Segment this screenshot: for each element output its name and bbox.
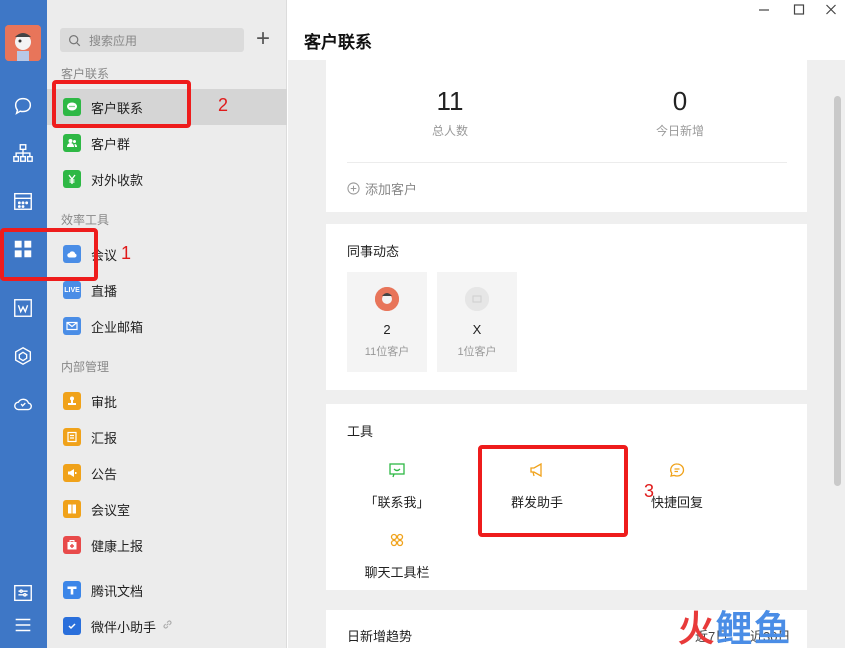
search-input[interactable]: 搜索应用 xyxy=(60,28,244,52)
colleague-activity-title: 同事动态 xyxy=(347,244,400,259)
annotation-box-mass-send xyxy=(478,445,628,537)
plus-circle-icon xyxy=(347,182,360,195)
org-chart-icon[interactable] xyxy=(11,141,35,165)
total-count-label: 总人数 xyxy=(431,124,468,138)
tencent-docs-icon xyxy=(63,581,81,599)
check-badge-icon xyxy=(63,617,81,635)
minimize-button[interactable] xyxy=(758,2,770,19)
colleague-name: X xyxy=(472,322,482,337)
today-new-count: 0 xyxy=(672,86,688,116)
health-kit-icon xyxy=(63,536,81,554)
sidebar-item-label: 直播 xyxy=(91,283,118,299)
sidebar-item-label: 微伴小助手 xyxy=(91,619,157,635)
door-icon xyxy=(63,500,81,518)
title-bar: 客户联系 xyxy=(288,0,845,60)
tool-label: 「联系我」 xyxy=(364,495,430,510)
sidebar-item-label: 客户群 xyxy=(91,136,131,152)
sidebar-item-label: 对外收款 xyxy=(91,172,144,188)
contact-me-icon xyxy=(389,463,405,478)
megaphone-icon xyxy=(63,464,81,482)
sidebar-item-label: 汇报 xyxy=(91,430,118,446)
annotation-number-1: 1 xyxy=(121,243,132,263)
vertical-scrollbar[interactable] xyxy=(834,96,841,486)
group-people-icon xyxy=(63,134,81,152)
sidebar-item-mail[interactable]: 企业邮箱 xyxy=(47,308,287,344)
daily-trend-title: 日新增趋势 xyxy=(347,629,413,644)
section-label-internal: 内部管理 xyxy=(61,360,110,374)
colleague-tile[interactable]: X 1位客户 xyxy=(437,272,517,372)
cube-icon[interactable] xyxy=(11,344,35,368)
cloud-phone-icon[interactable] xyxy=(11,392,35,416)
maximize-button[interactable] xyxy=(793,2,805,19)
close-button[interactable] xyxy=(825,2,837,19)
tool-label: 聊天工具栏 xyxy=(364,565,430,580)
tool-contact-me[interactable]: 「联系我」 xyxy=(347,462,447,511)
total-count: 11 xyxy=(436,86,464,116)
search-icon xyxy=(69,34,81,46)
quick-reply-icon xyxy=(670,463,685,477)
calendar-icon[interactable] xyxy=(11,189,35,213)
sidebar-item-payment[interactable]: 对外收款 xyxy=(47,161,287,197)
chat-toolbar-icon xyxy=(390,533,404,547)
today-new-label: 今日新增 xyxy=(655,124,704,138)
add-app-button[interactable]: + xyxy=(253,27,273,52)
sidebar-item-announcement[interactable]: 公告 xyxy=(47,455,287,491)
stamp-icon xyxy=(63,392,81,410)
sidebar-item-label: 会议室 xyxy=(91,502,131,518)
menu-icon[interactable] xyxy=(11,613,35,637)
sidebar-item-health-report[interactable]: 健康上报 xyxy=(47,527,287,563)
annotation-box-customer-contact xyxy=(52,80,191,128)
sidebar-item-meeting-room[interactable]: 会议室 xyxy=(47,491,287,527)
report-doc-icon xyxy=(63,428,81,446)
sidebar-item-approval[interactable]: 审批 xyxy=(47,383,287,419)
add-customer-label: 添加客户 xyxy=(365,182,418,197)
tool-quick-reply[interactable]: 快捷回复 xyxy=(627,462,727,511)
sidebar-item-label: 公告 xyxy=(91,466,118,482)
sidebar-item-weiban-assistant[interactable]: 微伴小助手 xyxy=(47,608,287,644)
user-avatar[interactable] xyxy=(5,25,41,61)
settings-sliders-icon[interactable] xyxy=(11,581,35,605)
mail-icon xyxy=(63,317,81,335)
wedrive-icon[interactable] xyxy=(11,296,35,320)
colleague-name: 2 xyxy=(383,322,391,337)
link-icon xyxy=(162,619,173,633)
page-title: 客户联系 xyxy=(304,33,372,52)
sidebar-item-label: 腾讯文档 xyxy=(91,583,144,599)
tools-title: 工具 xyxy=(347,424,374,439)
search-placeholder: 搜索应用 xyxy=(89,33,138,48)
live-icon: LIVE xyxy=(63,281,81,299)
colleague-avatar xyxy=(375,287,399,311)
watermark-logo: 火鲤鱼 xyxy=(678,608,793,648)
tool-chat-toolbar[interactable]: 聊天工具栏 xyxy=(347,532,447,581)
main-content: 11 总人数 0 今日新增 添加客户 同事动态 2 11位客户 X 1位客户 工… xyxy=(288,60,845,648)
colleague-avatar-placeholder-icon xyxy=(465,287,489,311)
sidebar-item-label: 审批 xyxy=(91,394,118,410)
annotation-number-3: 3 xyxy=(644,481,655,501)
colleague-customer-count: 11位客户 xyxy=(364,346,410,358)
section-label-efficiency: 效率工具 xyxy=(61,213,110,227)
stats-card: 11 总人数 0 今日新增 添加客户 xyxy=(326,60,807,212)
annotation-box-workbench xyxy=(0,228,98,281)
colleague-tile[interactable]: 2 11位客户 xyxy=(347,272,427,372)
colleague-customer-count: 1位客户 xyxy=(457,346,497,358)
yuan-payment-icon xyxy=(63,170,81,188)
left-rail xyxy=(0,0,47,648)
message-icon[interactable] xyxy=(11,94,35,118)
sidebar-item-report[interactable]: 汇报 xyxy=(47,419,287,455)
divider xyxy=(347,162,787,163)
sidebar-item-label: 企业邮箱 xyxy=(91,319,144,335)
tool-label: 快捷回复 xyxy=(650,495,703,510)
annotation-number-2: 2 xyxy=(218,95,229,115)
sidebar-item-tencent-docs[interactable]: 腾讯文档 xyxy=(47,572,287,608)
sidebar-item-customer-group[interactable]: 客户群 xyxy=(47,125,287,161)
add-customer-button[interactable]: 添加客户 xyxy=(347,179,417,198)
sidebar-item-label: 健康上报 xyxy=(91,538,144,554)
